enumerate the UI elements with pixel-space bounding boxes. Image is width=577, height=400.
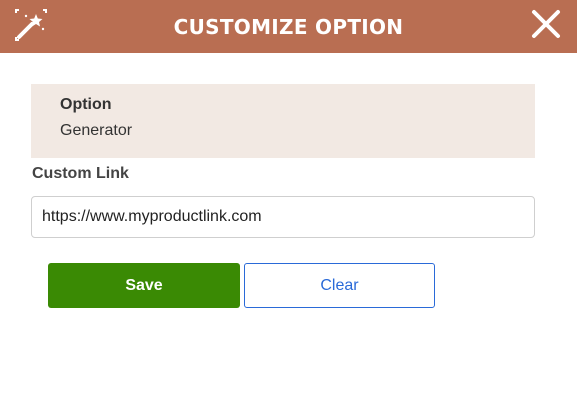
option-summary: Option Generator [31,84,535,158]
save-button[interactable]: Save [48,263,240,308]
dialog-title: CUSTOMIZE OPTION [173,14,404,39]
clear-button[interactable]: Clear [244,263,435,308]
custom-link-label: Custom Link [32,165,129,182]
magic-wand-icon[interactable] [14,9,48,41]
custom-link-input[interactable] [31,196,535,238]
close-icon[interactable] [531,9,561,39]
option-label: Option [60,96,112,113]
dialog-header: CUSTOMIZE OPTION [0,0,577,53]
option-value: Generator [60,122,133,139]
